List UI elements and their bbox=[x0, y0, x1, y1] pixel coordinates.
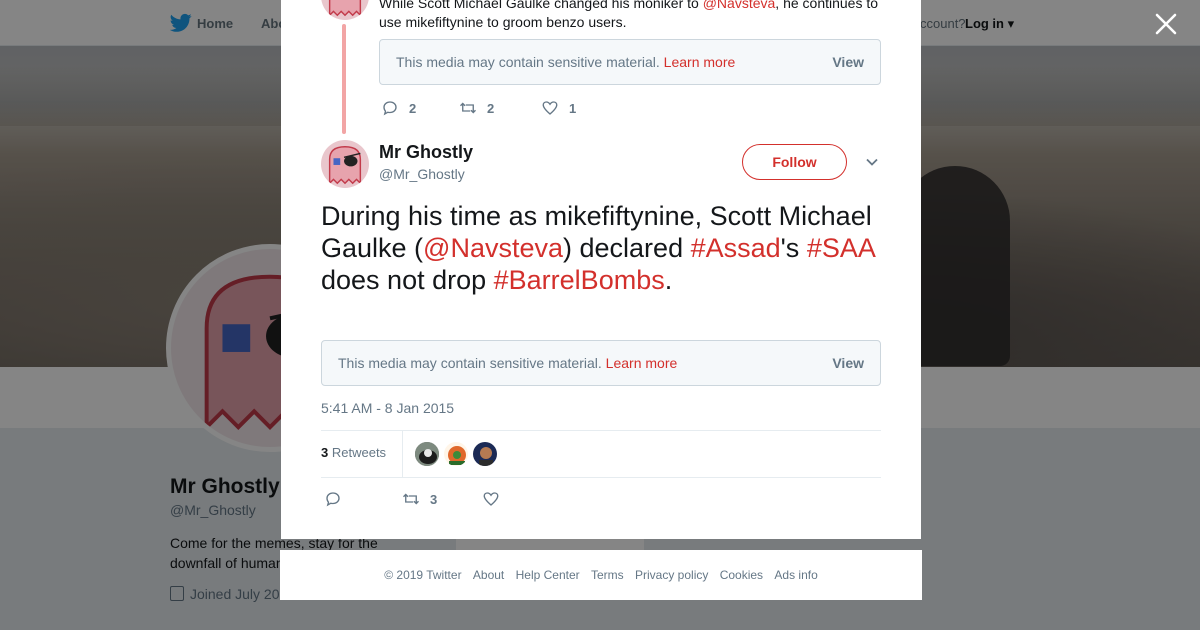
previous-tweet-actions: 2 2 1 bbox=[381, 99, 681, 119]
like-button[interactable] bbox=[482, 490, 500, 508]
retweeter-avatar[interactable] bbox=[414, 441, 440, 467]
learn-more-link[interactable]: Learn more bbox=[606, 355, 678, 371]
footer-link-cookies[interactable]: Cookies bbox=[720, 568, 763, 582]
footer-link-ads-info[interactable]: Ads info bbox=[774, 568, 817, 582]
sensitive-media-notice: This media may contain sensitive materia… bbox=[379, 39, 881, 85]
divider bbox=[321, 477, 881, 478]
reply-icon bbox=[326, 492, 340, 507]
footer-link-privacy[interactable]: Privacy policy bbox=[635, 568, 708, 582]
tweet-author-handle[interactable]: @Mr_Ghostly bbox=[379, 166, 465, 182]
tweet-actions: 3 bbox=[324, 490, 624, 510]
hashtag-link[interactable]: #SAA bbox=[807, 233, 875, 263]
reply-icon bbox=[383, 101, 397, 116]
heart-icon bbox=[483, 492, 499, 506]
reply-button[interactable] bbox=[324, 490, 342, 508]
follow-button[interactable]: Follow bbox=[742, 144, 847, 180]
chevron-down-icon[interactable] bbox=[865, 155, 879, 169]
tweet-timestamp[interactable]: 5:41 AM - 8 Jan 2015 bbox=[321, 400, 454, 416]
like-button[interactable]: 1 bbox=[541, 99, 576, 117]
hashtag-link[interactable]: #BarrelBombs bbox=[494, 265, 665, 295]
footer-link-help-center[interactable]: Help Center bbox=[516, 568, 580, 582]
mention-link[interactable]: @Navsteva bbox=[703, 0, 776, 11]
tweet-modal: While Scott Michael Gaulke changed his m… bbox=[281, 0, 921, 539]
tweet-author-name[interactable]: Mr Ghostly bbox=[379, 142, 473, 163]
close-icon[interactable] bbox=[1155, 13, 1177, 35]
copyright-text: © 2019 Twitter bbox=[384, 568, 462, 582]
tweet-author-avatar[interactable] bbox=[321, 140, 369, 188]
footer-link-about[interactable]: About bbox=[473, 568, 504, 582]
tweet-text: During his time as mikefiftynine, Scott … bbox=[321, 201, 875, 295]
reply-button[interactable]: 2 bbox=[381, 99, 416, 117]
modal-footer: © 2019 Twitter About Help Center Terms P… bbox=[280, 550, 922, 600]
learn-more-link[interactable]: Learn more bbox=[664, 54, 736, 70]
mention-link[interactable]: @Navsteva bbox=[423, 233, 563, 263]
thread-connector-line bbox=[342, 24, 346, 134]
retweet-button[interactable]: 2 bbox=[459, 99, 494, 117]
footer-link-terms[interactable]: Terms bbox=[591, 568, 624, 582]
retweet-button[interactable]: 3 bbox=[402, 490, 437, 508]
hashtag-link[interactable]: #Assad bbox=[691, 233, 781, 263]
stat-separator bbox=[402, 431, 403, 477]
previous-tweet-text: While Scott Michael Gaulke changed his m… bbox=[379, 0, 889, 32]
sensitive-media-notice: This media may contain sensitive materia… bbox=[321, 340, 881, 386]
retweet-icon bbox=[460, 102, 476, 114]
view-media-button[interactable]: View bbox=[832, 355, 864, 371]
divider bbox=[321, 430, 881, 431]
retweet-icon bbox=[403, 493, 419, 505]
retweeter-avatar[interactable] bbox=[443, 441, 469, 467]
retweeter-avatar[interactable] bbox=[472, 441, 498, 467]
heart-icon bbox=[542, 101, 558, 115]
view-media-button[interactable]: View bbox=[832, 54, 864, 70]
retweet-count-stat[interactable]: 3 Retweets bbox=[321, 445, 386, 460]
previous-tweet-avatar[interactable] bbox=[321, 0, 369, 20]
